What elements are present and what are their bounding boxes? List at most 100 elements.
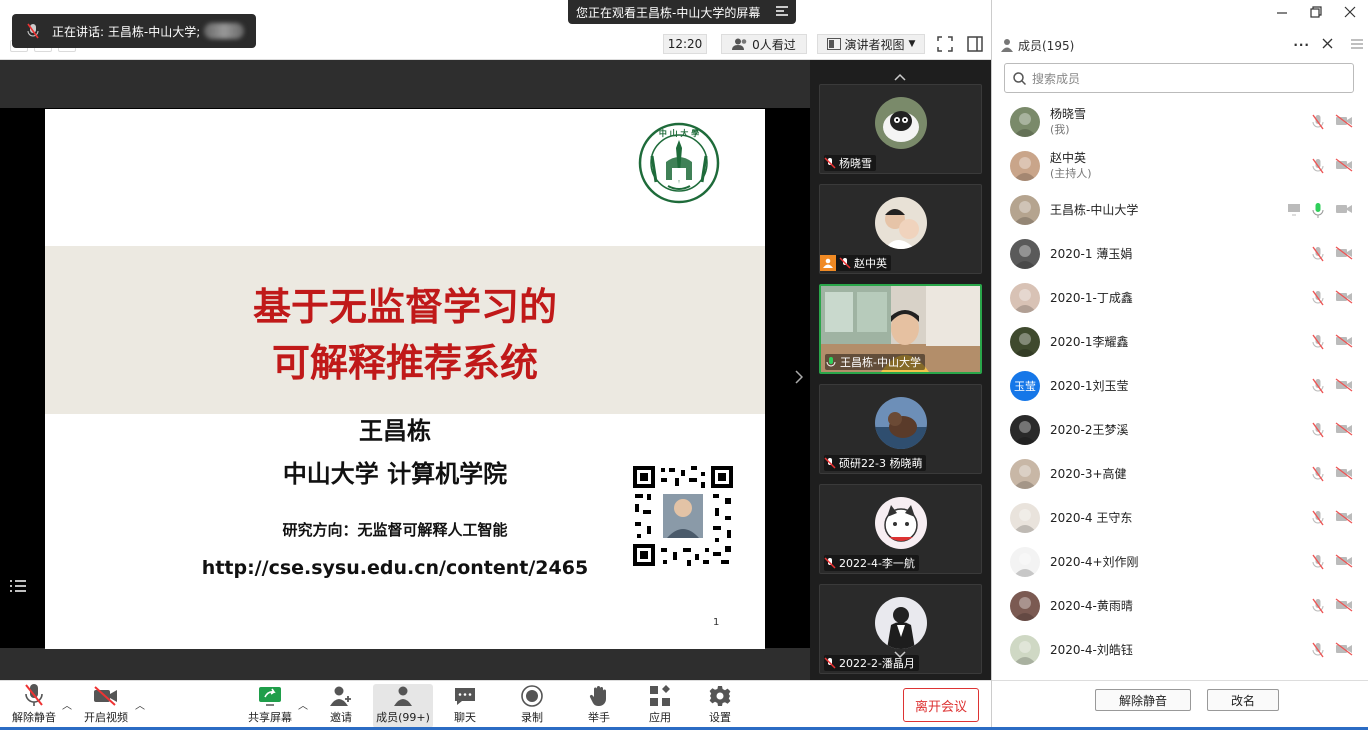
settings-button[interactable]: 设置 (699, 684, 741, 728)
list-icon[interactable] (6, 574, 30, 598)
video-tile[interactable]: 2022-4-李一航 (819, 484, 982, 574)
participant-row[interactable]: 玉莹 2020-1刘玉莹 (992, 364, 1368, 408)
slide-page-number: 1 (713, 617, 720, 628)
screen-share-status-icon (1288, 204, 1300, 216)
record-icon (519, 684, 545, 707)
leave-meeting-button[interactable]: 离开会议 (903, 688, 979, 722)
video-tile-active-speaker[interactable]: 王昌栋-中山大学 (819, 284, 982, 374)
view-mode-select[interactable]: 演讲者视图 ▼ (817, 34, 925, 54)
avatar (1010, 195, 1040, 225)
viewing-banner[interactable]: 您正在观看王昌栋-中山大学的屏幕 (568, 0, 796, 24)
video-off-icon (1335, 246, 1353, 260)
participant-status-icons (1311, 246, 1353, 262)
avatar (1010, 239, 1040, 269)
participant-status-icons (1287, 202, 1353, 218)
chevron-right-icon[interactable] (795, 370, 804, 388)
gear-icon (707, 684, 733, 707)
panel-footer: 解除静音 改名 (992, 680, 1368, 730)
participant-list: 杨晓雪 (我) 赵中英 (主持人) 王昌栋-中山大学 2020-1 薄玉娟 2020-1-丁… (992, 100, 1368, 668)
video-tile[interactable]: 赵中英 (819, 184, 982, 274)
apps-button[interactable]: 应用 (639, 684, 681, 728)
chevron-up-icon[interactable]: ︿ (135, 697, 145, 712)
invite-button[interactable]: 邀请 (320, 684, 362, 728)
tile-name: 王昌栋-中山大学 (840, 356, 921, 369)
viewer-count[interactable]: 0人看过 (721, 34, 807, 54)
host-badge-icon (820, 255, 836, 271)
participant-name: 王昌栋-中山大学 (1050, 203, 1139, 217)
participant-row[interactable]: 2020-3+高健 (992, 452, 1368, 496)
chevron-up-icon[interactable]: ︿ (62, 697, 72, 712)
video-tile[interactable]: 杨晓雪 (819, 84, 982, 174)
participant-name-block: 2020-1刘玉莹 (1050, 378, 1129, 394)
tile-label: 硕研22-3 杨晓萌 (824, 455, 927, 471)
muted-mic-icon (22, 20, 44, 42)
chat-button[interactable]: 聊天 (444, 684, 486, 728)
more-options-icon[interactable]: ··· (1293, 38, 1310, 52)
record-button[interactable]: 录制 (511, 684, 553, 728)
participant-status-icons (1311, 466, 1353, 482)
restore-icon[interactable] (1310, 6, 1322, 21)
unmute-button[interactable]: 解除静音 (8, 684, 60, 728)
search-member-input[interactable]: 搜索成员 (1004, 63, 1354, 93)
participant-row[interactable]: 2020-4-刘皓钰 (992, 628, 1368, 668)
tile-name: 赵中英 (854, 257, 887, 270)
participant-row[interactable]: 2020-4 王守东 (992, 496, 1368, 540)
search-icon (1013, 71, 1026, 85)
unmute-all-button[interactable]: 解除静音 (1095, 689, 1191, 711)
avatar (1010, 591, 1040, 621)
share-screen-button[interactable]: 共享屏幕 (244, 684, 296, 728)
avatar (1010, 151, 1040, 181)
video-off-icon (1335, 598, 1353, 612)
bottom-toolbar: 解除静音 ︿ 开启视频 ︿ 共享屏幕 ︿ 邀请 成员(99+) 聊天 录制 举手… (0, 680, 991, 730)
video-tile[interactable]: 硕研22-3 杨晓萌 (819, 384, 982, 474)
close-icon[interactable] (1344, 6, 1356, 21)
participant-name-block: 杨晓雪 (我) (1050, 106, 1086, 138)
participant-row[interactable]: 2020-4+刘作刚 (992, 540, 1368, 584)
svg-text:中 山 大 學: 中 山 大 學 (659, 128, 699, 138)
participant-name-block: 2020-4-黄雨晴 (1050, 598, 1133, 614)
participant-row[interactable]: 赵中英 (主持人) (992, 144, 1368, 188)
tile-label: 王昌栋-中山大学 (825, 354, 925, 370)
close-panel-icon[interactable] (1322, 38, 1333, 52)
participant-row[interactable]: 2020-1 薄玉娟 (992, 232, 1368, 276)
participant-status-icons (1311, 334, 1353, 350)
muted-mic-icon (824, 157, 836, 169)
participant-name: 2020-1刘玉莹 (1050, 379, 1129, 393)
video-icon (1336, 205, 1352, 213)
participant-row[interactable]: 杨晓雪 (我) (992, 100, 1368, 144)
participant-name: 2020-4-刘皓钰 (1050, 643, 1133, 657)
muted-mic-icon (1312, 334, 1324, 350)
chevron-up-icon[interactable]: ︿ (298, 697, 308, 712)
muted-mic-icon (1312, 290, 1324, 306)
participant-name: 杨晓雪 (1050, 107, 1087, 121)
minimize-icon[interactable] (1276, 6, 1288, 21)
chevron-down-icon[interactable] (894, 648, 906, 662)
participant-row[interactable]: 王昌栋-中山大学 (992, 188, 1368, 232)
muted-mic-icon (21, 683, 47, 707)
raise-hand-button[interactable]: 举手 (578, 684, 620, 728)
participant-row[interactable]: 2020-4-黄雨晴 (992, 584, 1368, 628)
start-video-button[interactable]: 开启视频 (80, 684, 132, 728)
sidebar-layout-icon[interactable] (965, 34, 985, 54)
panel-menu-icon[interactable] (1351, 38, 1363, 52)
menu-icon[interactable] (776, 5, 788, 19)
speaking-indicator: 正在讲话: 王昌栋-中山大学; (12, 14, 256, 48)
participant-row[interactable]: 2020-1-丁成鑫 (992, 276, 1368, 320)
add-person-icon (328, 684, 354, 707)
fullscreen-icon[interactable] (935, 34, 955, 54)
muted-mic-icon (1312, 246, 1324, 262)
start-video-label: 开启视频 (84, 711, 128, 724)
stage-top-bar (0, 60, 810, 108)
avatar (875, 497, 927, 549)
participant-row[interactable]: 2020-2王梦溪 (992, 408, 1368, 452)
rename-button[interactable]: 改名 (1207, 689, 1279, 711)
participant-name-block: 2020-4+刘作刚 (1050, 554, 1139, 570)
participant-row[interactable]: 2020-1李耀鑫 (992, 320, 1368, 364)
slide-institution: 中山大学 计算机学院 (282, 460, 508, 488)
hand-icon (586, 684, 612, 707)
video-off-icon (93, 684, 119, 707)
chevron-up-icon[interactable] (894, 70, 906, 84)
participant-status-icons (1311, 422, 1353, 438)
members-button[interactable]: 成员(99+) (373, 684, 433, 728)
share-screen-icon (257, 684, 283, 707)
